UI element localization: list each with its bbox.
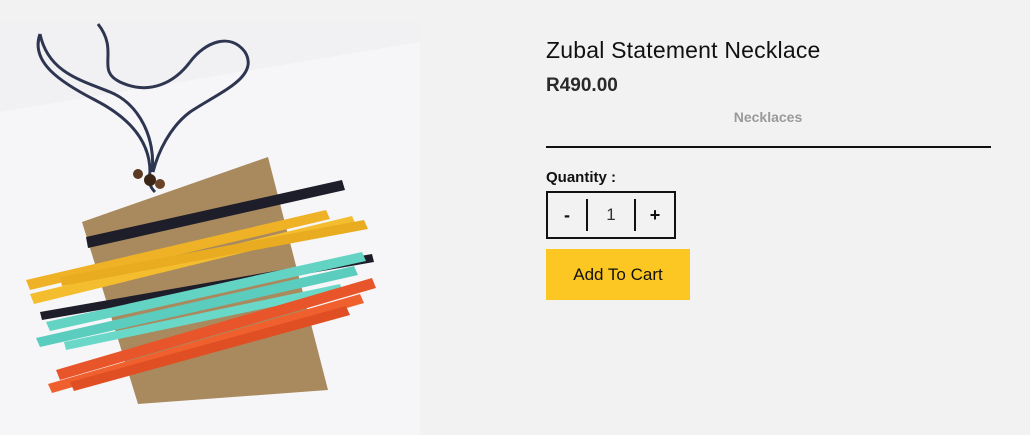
divider bbox=[546, 146, 991, 148]
product-title: Zubal Statement Necklace bbox=[546, 37, 821, 63]
decrement-button[interactable]: - bbox=[548, 193, 586, 237]
product-page: Zubal Statement Necklace R490.00 Necklac… bbox=[0, 0, 1030, 435]
quantity-label: Quantity : bbox=[546, 169, 616, 186]
quantity-stepper: - 1 + bbox=[546, 191, 676, 239]
product-category[interactable]: Necklaces bbox=[546, 109, 990, 125]
necklace-photo-icon bbox=[0, 22, 420, 435]
product-price: R490.00 bbox=[546, 75, 618, 96]
increment-button[interactable]: + bbox=[636, 193, 674, 237]
add-to-cart-button[interactable]: Add To Cart bbox=[546, 249, 690, 300]
product-image[interactable] bbox=[0, 22, 420, 435]
quantity-input[interactable]: 1 bbox=[586, 199, 636, 231]
